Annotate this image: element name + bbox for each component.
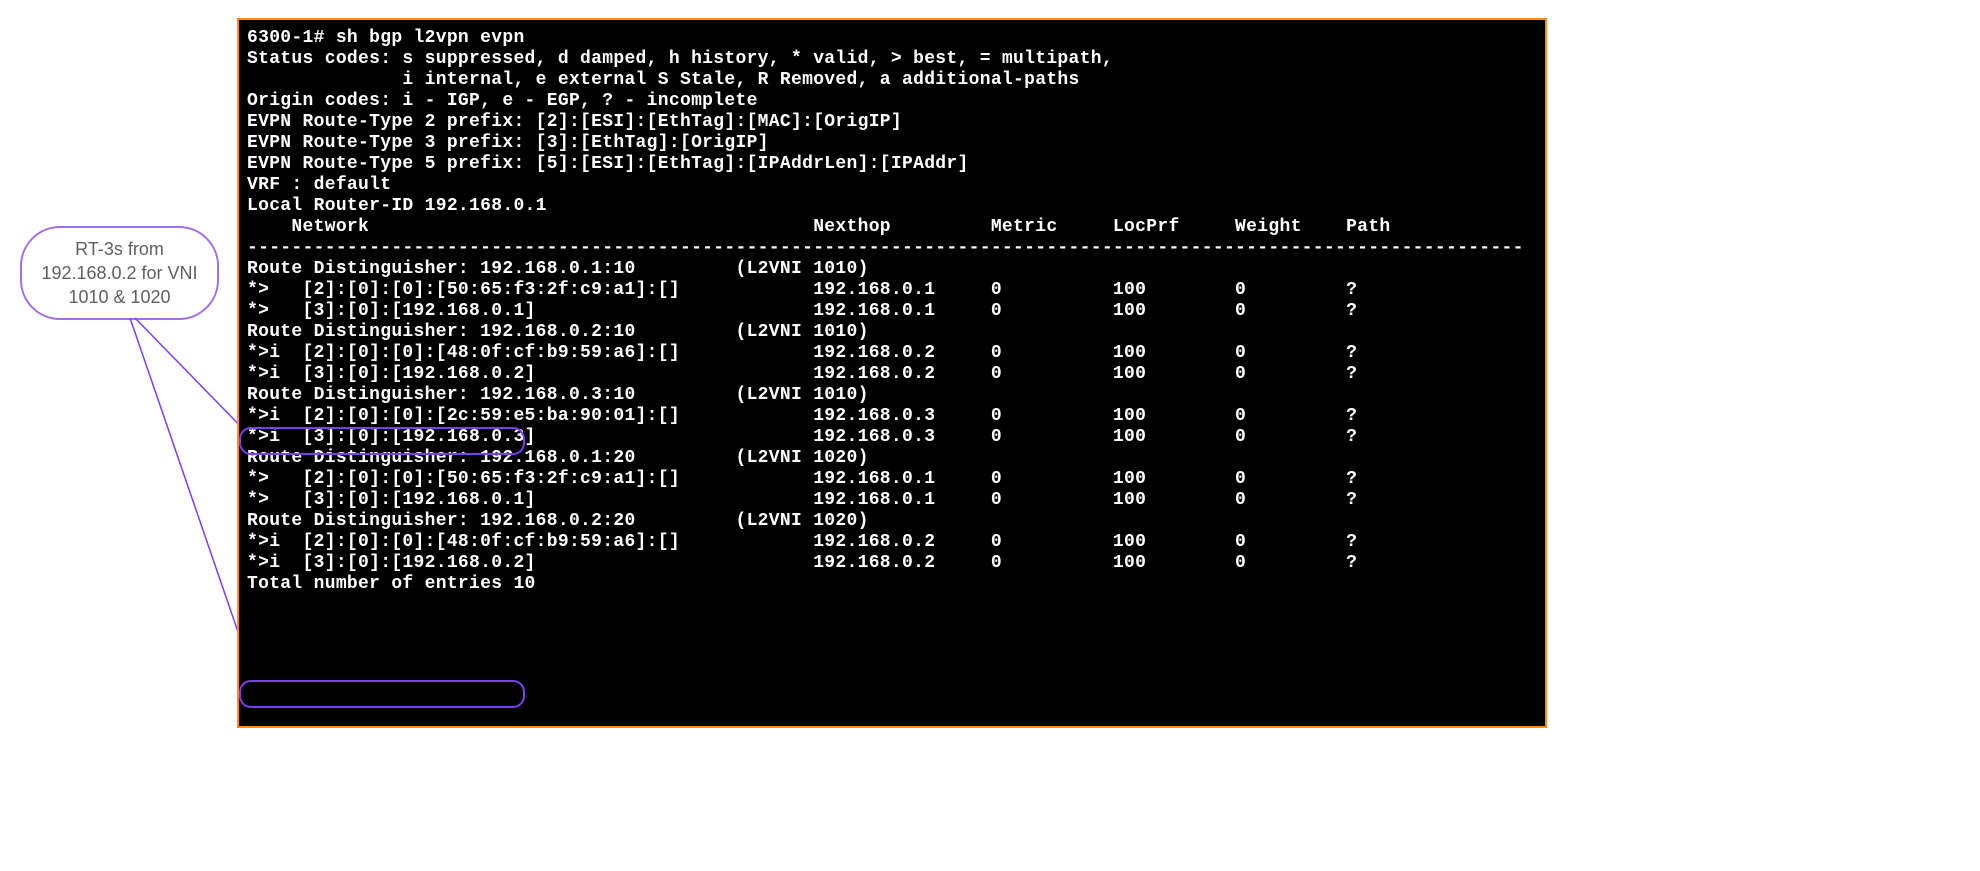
callout-text-line3: 1010 & 1020 (68, 285, 170, 309)
terminal-line: Route Distinguisher: 192.168.0.2:20 (L2V… (247, 511, 1537, 532)
callout-bubble: RT-3s from 192.168.0.2 for VNI 1010 & 10… (20, 226, 219, 320)
terminal-line: *>i [3]:[0]:[192.168.0.3] 192.168.0.3 0 … (247, 427, 1537, 448)
terminal-line: Origin codes: i - IGP, e - EGP, ? - inco… (247, 91, 1537, 112)
terminal-line: i internal, e external S Stale, R Remove… (247, 70, 1537, 91)
terminal-line: *>i [2]:[0]:[0]:[48:0f:cf:b9:59:a6]:[] 1… (247, 343, 1537, 364)
terminal-window[interactable]: 6300-1# sh bgp l2vpn evpnStatus codes: s… (237, 18, 1547, 728)
terminal-line: *>i [2]:[0]:[0]:[2c:59:e5:ba:90:01]:[] 1… (247, 406, 1537, 427)
callout-text-line1: RT-3s from (75, 237, 164, 261)
terminal-line: ----------------------------------------… (247, 238, 1537, 259)
terminal-line: *>i [2]:[0]:[0]:[48:0f:cf:b9:59:a6]:[] 1… (247, 532, 1537, 553)
terminal-line: *>i [3]:[0]:[192.168.0.2] 192.168.0.2 0 … (247, 364, 1537, 385)
terminal-line: Route Distinguisher: 192.168.0.3:10 (L2V… (247, 385, 1537, 406)
terminal-line: *> [3]:[0]:[192.168.0.1] 192.168.0.1 0 1… (247, 301, 1537, 322)
terminal-line: *> [2]:[0]:[0]:[50:65:f3:2f:c9:a1]:[] 19… (247, 469, 1537, 490)
terminal-line: *> [2]:[0]:[0]:[50:65:f3:2f:c9:a1]:[] 19… (247, 280, 1537, 301)
terminal-line: Status codes: s suppressed, d damped, h … (247, 49, 1537, 70)
terminal-line: Route Distinguisher: 192.168.0.1:20 (L2V… (247, 448, 1537, 469)
terminal-line: Network Nexthop Metric LocPrf Weight Pat… (247, 217, 1537, 238)
terminal-line: *> [3]:[0]:[192.168.0.1] 192.168.0.1 0 1… (247, 490, 1537, 511)
terminal-line: Total number of entries 10 (247, 574, 1537, 595)
terminal-line: Route Distinguisher: 192.168.0.1:10 (L2V… (247, 259, 1537, 280)
terminal-line: Local Router-ID 192.168.0.1 (247, 196, 1537, 217)
terminal-line: 6300-1# sh bgp l2vpn evpn (247, 28, 1537, 49)
terminal-line: EVPN Route-Type 2 prefix: [2]:[ESI]:[Eth… (247, 112, 1537, 133)
terminal-line: *>i [3]:[0]:[192.168.0.2] 192.168.0.2 0 … (247, 553, 1537, 574)
terminal-line: Route Distinguisher: 192.168.0.2:10 (L2V… (247, 322, 1537, 343)
callout-text-line2: 192.168.0.2 for VNI (41, 261, 197, 285)
terminal-line: VRF : default (247, 175, 1537, 196)
terminal-line: EVPN Route-Type 3 prefix: [3]:[EthTag]:[… (247, 133, 1537, 154)
terminal-line: EVPN Route-Type 5 prefix: [5]:[ESI]:[Eth… (247, 154, 1537, 175)
